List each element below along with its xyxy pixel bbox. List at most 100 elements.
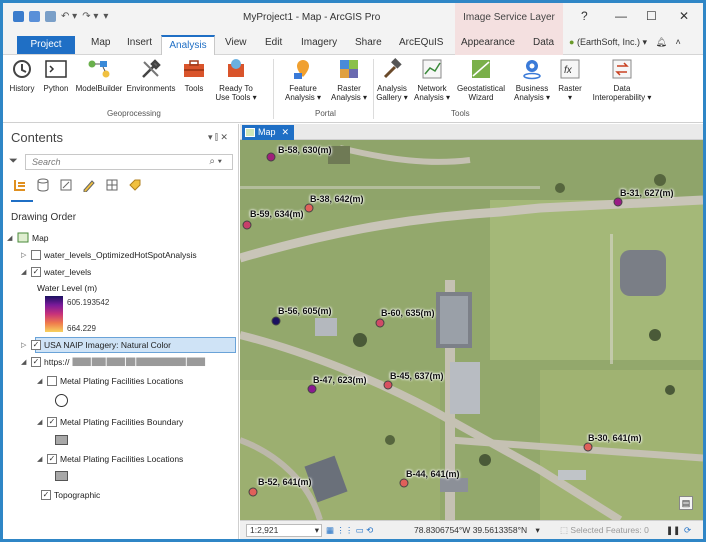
collapse-arrow-icon[interactable]: ◢ bbox=[37, 377, 44, 385]
collapse-arrow-icon[interactable]: ◢ bbox=[21, 358, 28, 366]
tree-item-mpf-locations-1[interactable]: ◢ Metal Plating Facilities Locations bbox=[37, 376, 183, 386]
analysis-gallery-button[interactable]: Analysis Gallery ▾ bbox=[375, 57, 409, 102]
open-project-icon[interactable] bbox=[29, 11, 40, 22]
map-canvas[interactable]: B-58, 630(m) B-38, 642(m) B-59, 634(m) B… bbox=[240, 140, 703, 520]
tree-item-mpf-boundary[interactable]: ◢ ✓ Metal Plating Facilities Boundary bbox=[37, 417, 183, 427]
tree-item-naip-imagery[interactable]: ▷ ✓ USA NAIP Imagery: Natural Color bbox=[21, 340, 171, 350]
history-button[interactable]: History bbox=[5, 57, 39, 93]
tab-view[interactable]: View bbox=[225, 37, 247, 48]
refresh-icon[interactable]: ⟳ bbox=[684, 525, 691, 536]
tools-button[interactable]: Tools bbox=[177, 57, 211, 93]
business-analysis-button[interactable]: Business Analysis ▾ bbox=[509, 57, 555, 102]
tab-map-view[interactable]: Map ✕ bbox=[242, 125, 294, 140]
map-point-b38[interactable] bbox=[304, 203, 314, 213]
visibility-checkbox[interactable]: ✓ bbox=[41, 490, 51, 500]
redo-icon[interactable]: ↷ ▾ bbox=[82, 11, 98, 22]
tree-item-hotspot-layer[interactable]: ▷ water_levels_OptimizedHotSpotAnalysis bbox=[21, 250, 197, 260]
collapse-arrow-icon[interactable]: ◢ bbox=[37, 455, 44, 463]
help-button[interactable]: ? bbox=[581, 9, 588, 23]
contents-search-input[interactable]: Search ⌕ ▾ bbox=[25, 154, 233, 170]
snapping-icon[interactable] bbox=[105, 178, 119, 192]
visibility-checkbox[interactable]: ✓ bbox=[31, 340, 41, 350]
tree-item-map[interactable]: ◢ Map bbox=[7, 232, 49, 243]
scale-selector[interactable]: 1:2,921 ▾ bbox=[246, 524, 322, 537]
coordinates-readout[interactable]: 78.8306754°W 39.5613358°N ▾ bbox=[414, 525, 540, 536]
map-navigation-icons[interactable]: ▦ ⋮⋮ ▭ ⟲ bbox=[326, 525, 373, 536]
expand-arrow-icon[interactable]: ▷ bbox=[21, 251, 28, 259]
save-project-icon[interactable] bbox=[45, 11, 56, 22]
map-point-b59[interactable] bbox=[242, 220, 252, 230]
new-project-icon[interactable] bbox=[13, 11, 24, 22]
drawing-order-icon[interactable] bbox=[13, 178, 27, 192]
map-point-b44[interactable] bbox=[399, 478, 409, 488]
tab-arcequis[interactable]: ArcEQuIS bbox=[399, 37, 443, 48]
visibility-checkbox[interactable] bbox=[47, 376, 57, 386]
raster-functions-button[interactable]: fx Raster ▾ bbox=[555, 57, 585, 102]
visibility-checkbox[interactable]: ✓ bbox=[47, 454, 57, 464]
filter-icon[interactable]: ⏷ bbox=[9, 155, 18, 168]
visibility-checkbox[interactable]: ✓ bbox=[31, 357, 41, 367]
ready-to-use-tools-button[interactable]: Ready To Use Tools ▾ bbox=[211, 57, 261, 102]
tab-imagery[interactable]: Imagery bbox=[301, 37, 337, 48]
close-button[interactable]: ✕ bbox=[679, 9, 689, 23]
tab-map[interactable]: Map bbox=[91, 37, 110, 48]
collapse-ribbon-icon[interactable]: ˄ bbox=[675, 37, 680, 47]
visibility-checkbox[interactable] bbox=[31, 250, 41, 260]
modelbuilder-button[interactable]: ModelBuilder bbox=[73, 57, 125, 93]
maximize-button[interactable]: ☐ bbox=[646, 9, 657, 23]
data-source-icon[interactable] bbox=[36, 178, 50, 192]
editing-icon[interactable] bbox=[82, 178, 96, 192]
tab-analysis[interactable]: Analysis bbox=[161, 35, 215, 56]
close-tab-icon[interactable]: ✕ bbox=[281, 125, 289, 140]
tree-item-service-layer[interactable]: ◢ ✓ https:// ████ ███ ████ ██ ██████████… bbox=[21, 357, 205, 367]
tab-edit[interactable]: Edit bbox=[265, 37, 282, 48]
tab-appearance[interactable]: Appearance bbox=[461, 37, 515, 48]
map-point-b60[interactable] bbox=[375, 318, 385, 328]
tab-insert[interactable]: Insert bbox=[127, 37, 152, 48]
collapse-arrow-icon[interactable]: ◢ bbox=[21, 268, 28, 276]
map-point-b56[interactable] bbox=[271, 316, 281, 326]
collapse-arrow-icon[interactable]: ◢ bbox=[37, 418, 44, 426]
point-symbol-icon[interactable] bbox=[55, 394, 68, 407]
tree-item-mpf-locations-2[interactable]: ◢ ✓ Metal Plating Facilities Locations bbox=[37, 454, 183, 464]
notification-icon[interactable]: 🔔︎ bbox=[656, 37, 667, 47]
collapse-arrow-icon[interactable]: ◢ bbox=[7, 234, 14, 242]
raster-analysis-button[interactable]: Raster Analysis ▾ bbox=[327, 57, 371, 102]
network-analysis-button[interactable]: Network Analysis ▾ bbox=[411, 57, 453, 102]
data-interoperability-button[interactable]: Data Interoperability ▾ bbox=[587, 57, 657, 102]
user-account[interactable]: ● (EarthSoft, Inc.) ▾ 🔔︎ ˄ bbox=[569, 37, 681, 48]
search-icon[interactable]: ⌕ ▾ bbox=[209, 156, 222, 167]
tree-item-water-levels[interactable]: ◢ ✓ water_levels bbox=[21, 267, 91, 277]
labeling-icon[interactable] bbox=[128, 178, 142, 192]
map-point-b52[interactable] bbox=[248, 487, 258, 497]
selection-icon[interactable] bbox=[59, 178, 73, 192]
map-point-b45[interactable] bbox=[383, 380, 393, 390]
map-point-b30[interactable] bbox=[583, 442, 593, 452]
tab-data[interactable]: Data bbox=[533, 37, 554, 48]
geostatistical-wizard-button[interactable]: Geostatistical Wizard bbox=[453, 57, 509, 102]
undo-icon[interactable]: ↶ ▾ bbox=[61, 11, 77, 22]
environments-button[interactable]: Environments bbox=[125, 57, 177, 93]
map-overview-icon[interactable]: ▤ bbox=[679, 496, 693, 510]
map-point-b47[interactable] bbox=[307, 384, 317, 394]
map-point-b58[interactable] bbox=[266, 152, 276, 162]
customize-qat-icon[interactable]: ▾ bbox=[103, 11, 108, 22]
tab-project[interactable]: Project bbox=[17, 36, 75, 54]
user-icon: ● bbox=[569, 37, 575, 47]
geoprocessing-group-label: Geoprocessing bbox=[107, 109, 161, 118]
python-button[interactable]: Python bbox=[39, 57, 73, 93]
pane-controls[interactable]: ▾ ⫿ ✕ bbox=[208, 132, 228, 143]
visibility-checkbox[interactable]: ✓ bbox=[47, 417, 57, 427]
visibility-checkbox[interactable]: ✓ bbox=[31, 267, 41, 277]
map-point-b31[interactable] bbox=[613, 197, 623, 207]
selected-features-count[interactable]: ⬚ Selected Features: 0 bbox=[560, 525, 649, 536]
pause-drawing-icon[interactable]: ❚❚ bbox=[666, 525, 680, 536]
feature-analysis-button[interactable]: Feature Analysis ▾ bbox=[279, 57, 327, 102]
tree-item-topographic[interactable]: ✓ Topographic bbox=[41, 490, 100, 500]
polygon-symbol-icon[interactable] bbox=[55, 435, 68, 445]
tab-share[interactable]: Share bbox=[355, 37, 382, 48]
minimize-button[interactable]: — bbox=[615, 9, 627, 23]
polygon-symbol-icon[interactable] bbox=[55, 471, 68, 481]
expand-arrow-icon[interactable]: ▷ bbox=[21, 341, 28, 349]
map-point-label: B-56, 605(m) bbox=[278, 306, 332, 316]
